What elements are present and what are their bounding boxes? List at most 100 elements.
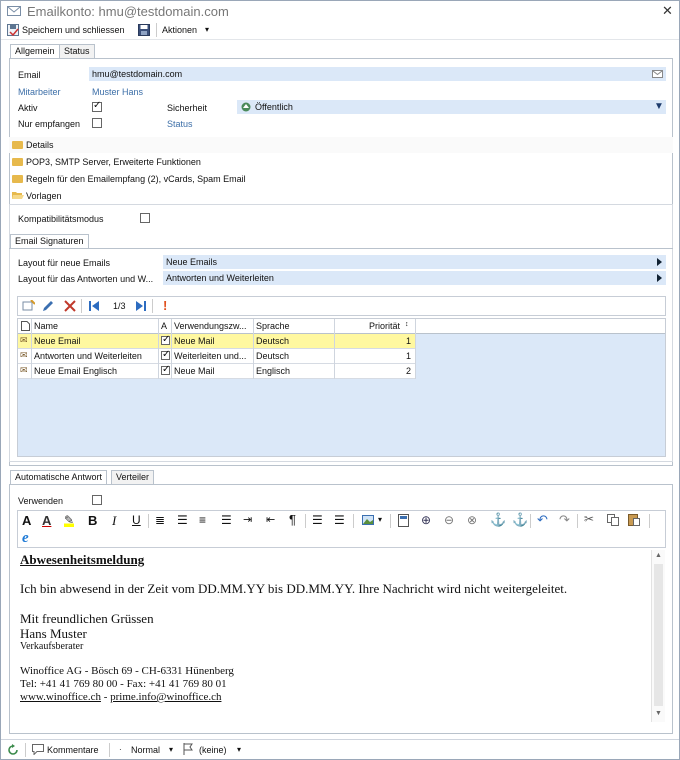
cut-icon[interactable]: ✂: [584, 512, 594, 526]
last-record-icon[interactable]: [135, 300, 147, 312]
undo-icon[interactable]: ↶: [537, 512, 548, 528]
toolbar-separator: [390, 514, 391, 528]
anchor-remove-icon[interactable]: ⚓: [512, 512, 528, 528]
table-row[interactable]: ✉ Neue Email Neue Mail Deutsch 1: [18, 334, 415, 349]
use-checkbox[interactable]: [92, 495, 102, 505]
scroll-thumb[interactable]: [654, 564, 663, 706]
open-folder-icon: [12, 192, 24, 199]
numbered-list-icon[interactable]: ☰: [334, 513, 345, 527]
layout-new-select[interactable]: Neue Emails: [163, 255, 666, 269]
sort-icon[interactable]: ↕: [405, 321, 409, 328]
tab-distributor[interactable]: Verteiler: [111, 470, 155, 484]
table-row[interactable]: ✉ Neue Email Englisch Neue Mail Englisch 2: [18, 364, 415, 379]
email-link[interactable]: prime.info@winoffice.ch: [110, 691, 221, 703]
font-color-icon[interactable]: A: [42, 513, 51, 528]
chevron-down-icon[interactable]: ▾: [205, 25, 209, 34]
col-language[interactable]: Sprache: [256, 321, 290, 331]
chevron-down-icon[interactable]: ▼: [654, 101, 664, 112]
bullet-list-icon[interactable]: ☰: [312, 513, 323, 527]
website-link[interactable]: www.winoffice.ch: [20, 691, 101, 703]
pop3-section[interactable]: POP3, SMTP Server, Erweiterte Funktionen: [9, 154, 673, 170]
layout-new-value: Neue Emails: [166, 257, 218, 267]
details-section[interactable]: Details: [9, 137, 673, 153]
font-icon[interactable]: A: [22, 513, 31, 528]
highlight-icon[interactable]: ✎: [64, 513, 75, 527]
page-icon[interactable]: [398, 514, 409, 527]
col-name[interactable]: Name: [34, 321, 58, 331]
justify-icon[interactable]: ≣: [155, 513, 165, 527]
align-right-icon[interactable]: ☰: [221, 513, 232, 527]
save-icon[interactable]: [138, 24, 150, 36]
mail-icon[interactable]: [652, 70, 663, 78]
row-checkbox[interactable]: [161, 364, 170, 375]
tab-auto-reply[interactable]: Automatische Antwort: [10, 470, 108, 484]
row-checkbox[interactable]: [161, 334, 170, 345]
layout-reply-select[interactable]: Antworten und Weiterleiten: [163, 271, 666, 285]
chevron-down-icon[interactable]: ▾: [237, 745, 241, 754]
priority-icon[interactable]: !: [163, 298, 167, 313]
first-record-icon[interactable]: [88, 300, 100, 312]
priority-select[interactable]: Normal: [131, 745, 160, 755]
message-editor[interactable]: Abwesenheitsmeldung Ich bin abwesend in …: [17, 548, 666, 723]
rules-section[interactable]: Regeln für den Emailempfang (2), vCards,…: [9, 171, 673, 187]
chevron-down-icon[interactable]: ▾: [378, 515, 382, 524]
flag-select[interactable]: (keine): [199, 745, 227, 755]
editor-scrollbar[interactable]: ▲ ▼: [651, 550, 665, 722]
delete-icon[interactable]: [64, 300, 76, 312]
actions-menu[interactable]: Aktionen: [162, 25, 197, 35]
toolbar-separator: [305, 514, 306, 528]
col-usage[interactable]: Verwendungszw...: [174, 321, 252, 331]
flag-icon[interactable]: [183, 743, 193, 755]
active-checkbox[interactable]: [92, 100, 102, 112]
indent-icon[interactable]: ⇥: [243, 513, 252, 526]
email-field[interactable]: hmu@testdomain.com: [89, 67, 666, 81]
security-select[interactable]: Öffentlich ▼: [237, 100, 666, 114]
bold-icon[interactable]: B: [88, 513, 97, 528]
employee-label[interactable]: Mitarbeiter: [18, 87, 61, 97]
edit-icon[interactable]: [42, 300, 54, 312]
close-icon[interactable]: ✕: [662, 3, 673, 19]
browser-preview-icon[interactable]: e: [22, 530, 29, 547]
paste-icon[interactable]: [628, 513, 640, 526]
tab-general[interactable]: Allgemein: [10, 44, 60, 58]
col-priority[interactable]: Priorität: [369, 321, 400, 331]
anchor-icon[interactable]: ⚓: [490, 512, 506, 528]
new-record-icon[interactable]: [22, 300, 35, 312]
col-a[interactable]: A: [161, 321, 167, 331]
redo-icon[interactable]: ↷: [559, 512, 570, 528]
underline-icon[interactable]: U: [132, 513, 141, 527]
copy-icon[interactable]: [607, 514, 619, 526]
status-label[interactable]: Status: [167, 119, 193, 129]
arrow-right-icon[interactable]: [657, 274, 662, 282]
chevron-down-icon[interactable]: ▾: [169, 745, 173, 754]
image-icon[interactable]: [362, 515, 374, 525]
status-separator: [109, 743, 110, 757]
scroll-down-icon[interactable]: ▼: [655, 710, 662, 717]
refresh-icon[interactable]: [7, 744, 19, 756]
folder-icon: [12, 141, 23, 149]
comments-button[interactable]: Kommentare: [47, 745, 99, 755]
tab-email-signatures[interactable]: Email Signaturen: [10, 234, 89, 248]
link-edit-icon[interactable]: ⊗: [467, 513, 477, 527]
table-row[interactable]: ✉ Antworten und Weiterleiten Weiterleiten …: [18, 349, 415, 364]
arrow-right-icon[interactable]: [657, 258, 662, 266]
employee-value[interactable]: Muster Hans: [92, 87, 143, 97]
details-label: Details: [26, 140, 54, 150]
toolbar-separator: [152, 299, 153, 313]
compat-checkbox[interactable]: [140, 213, 150, 223]
templates-section[interactable]: Vorlagen: [9, 188, 673, 204]
comment-icon[interactable]: [32, 744, 44, 755]
italic-icon[interactable]: I: [112, 513, 116, 529]
align-left-icon[interactable]: ☰: [177, 513, 188, 527]
scroll-up-icon[interactable]: ▲: [655, 552, 662, 559]
outdent-icon[interactable]: ⇤: [266, 513, 275, 526]
receive-only-checkbox[interactable]: [92, 118, 102, 128]
tab-status[interactable]: Status: [59, 44, 95, 58]
toolbar-separator: [148, 514, 149, 528]
link-icon[interactable]: ⊕: [421, 513, 431, 527]
row-checkbox[interactable]: [161, 349, 170, 360]
paragraph-icon[interactable]: ¶: [289, 512, 296, 527]
save-and-close-button[interactable]: Speichern und schliessen: [22, 25, 125, 35]
unlink-icon[interactable]: ⊖: [444, 513, 454, 527]
align-center-icon[interactable]: ≡: [199, 513, 206, 527]
